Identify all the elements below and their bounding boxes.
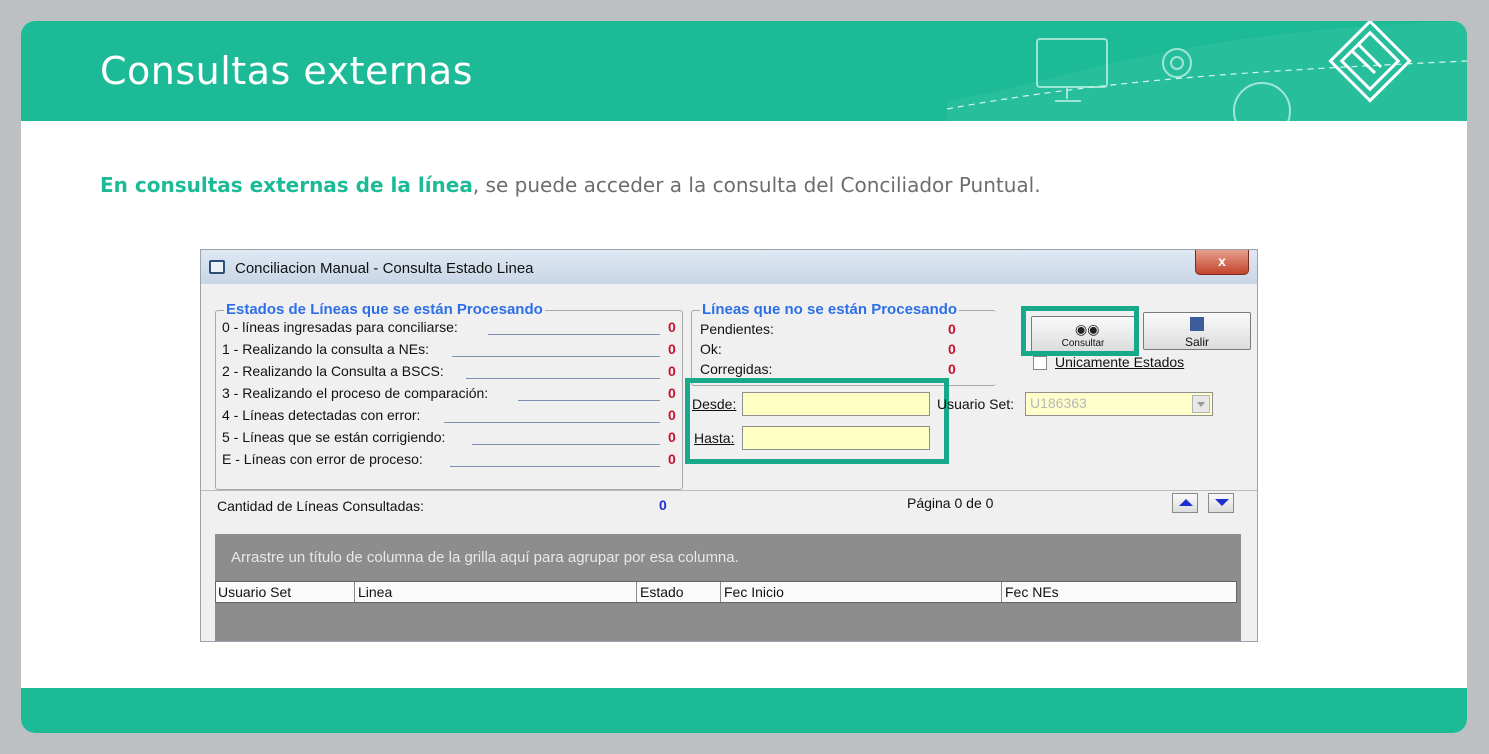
intro-highlight: En consultas externas de la línea (100, 173, 473, 197)
state-value: 0 (668, 407, 676, 423)
window-title: Conciliacion Manual - Consulta Estado Li… (235, 260, 534, 277)
banner-decoration-icons (947, 21, 1467, 121)
arrow-down-icon (1215, 499, 1229, 506)
usuario-set-label: Usuario Set: (937, 396, 1015, 412)
results-grid[interactable]: Arrastre un título de columna de la gril… (215, 534, 1241, 641)
column-header[interactable]: Fec Inicio (724, 584, 784, 600)
state-value: 0 (668, 319, 676, 335)
close-button[interactable]: x (1195, 250, 1249, 275)
corregidas-value: 0 (948, 361, 956, 377)
window-app-icon (209, 260, 225, 274)
state-row: 5 - Líneas que se están corrigiendo: 0 (222, 429, 676, 449)
slide-card: Consultas externas En consultas externas… (21, 21, 1467, 733)
state-label: 3 - Realizando el proceso de comparación… (222, 385, 489, 401)
state-row: 1 - Realizando la consulta a NEs: 0 (222, 341, 676, 361)
footer-bar (21, 688, 1467, 733)
cantidad-label: Cantidad de Líneas Consultadas: (217, 498, 425, 514)
arrow-up-icon (1179, 499, 1193, 506)
state-value: 0 (668, 451, 676, 467)
page-down-button[interactable] (1208, 493, 1234, 513)
corregidas-label: Corregidas: (700, 361, 773, 377)
date-range-highlight (685, 378, 949, 464)
state-label: E - Líneas con error de proceso: (222, 451, 423, 467)
unicamente-estados-label: Unicamente Estados (1055, 354, 1185, 370)
chevron-down-icon[interactable] (1192, 395, 1210, 413)
state-value: 0 (668, 385, 676, 401)
pendientes-value: 0 (948, 321, 956, 337)
ok-value: 0 (948, 341, 956, 357)
state-label: 1 - Realizando la consulta a NEs: (222, 341, 429, 357)
pagina-text: Página 0 de 0 (907, 495, 994, 511)
divider (201, 490, 1257, 491)
salir-label: Salir (1184, 335, 1209, 349)
intro-rest: , se puede acceder a la consulta del Con… (472, 173, 1041, 197)
window-titlebar: Conciliacion Manual - Consulta Estado Li… (201, 250, 1257, 284)
state-label: 4 - Líneas detectadas con error: (222, 407, 421, 423)
not-processing-group: Líneas que no se están Procesando Pendie… (691, 301, 996, 386)
column-header[interactable]: Fec NEs (1005, 584, 1059, 600)
processing-states-group: Estados de Líneas que se están Procesand… (215, 301, 683, 490)
unicamente-estados-checkbox[interactable] (1033, 356, 1047, 370)
consulta-estado-window: Conciliacion Manual - Consulta Estado Li… (200, 249, 1258, 642)
slide-title: Consultas externas (100, 49, 473, 93)
column-header[interactable]: Usuario Set (218, 584, 291, 600)
state-row: 0 - líneas ingresadas para conciliarse: … (222, 319, 676, 339)
not-processing-legend: Líneas que no se están Procesando (700, 301, 960, 318)
group-by-hint: Arrastre un título de columna de la gril… (231, 549, 739, 566)
state-label: 0 - líneas ingresadas para conciliarse: (222, 319, 458, 335)
grid-header: Usuario Set Linea Estado Fec Inicio Fec … (215, 581, 1237, 603)
pendientes-label: Pendientes: (700, 321, 774, 337)
state-value: 0 (668, 341, 676, 357)
page-up-button[interactable] (1172, 493, 1198, 513)
state-value: 0 (668, 363, 676, 379)
title-banner: Consultas externas (21, 21, 1467, 121)
state-row: 3 - Realizando el proceso de comparación… (222, 385, 676, 405)
intro-text: En consultas externas de la línea, se pu… (100, 173, 1041, 197)
state-row: 4 - Líneas detectadas con error: 0 (222, 407, 676, 427)
state-row: 2 - Realizando la Consulta a BSCS: 0 (222, 363, 676, 383)
state-label: 2 - Realizando la Consulta a BSCS: (222, 363, 444, 379)
processing-states-legend: Estados de Líneas que se están Procesand… (224, 301, 545, 318)
column-header[interactable]: Estado (640, 584, 684, 600)
exit-icon (1190, 317, 1204, 331)
usuario-set-value: U186363 (1030, 395, 1087, 411)
state-label: 5 - Líneas que se están corrigiendo: (222, 429, 446, 445)
consultar-highlight (1021, 306, 1139, 356)
column-header[interactable]: Linea (358, 584, 392, 600)
state-value: 0 (668, 429, 676, 445)
cantidad-value: 0 (659, 497, 667, 513)
usuario-set-select[interactable]: U186363 (1025, 392, 1213, 416)
salir-button[interactable]: Salir (1143, 312, 1251, 350)
ok-label: Ok: (700, 341, 722, 357)
state-row: E - Líneas con error de proceso: 0 (222, 451, 676, 471)
